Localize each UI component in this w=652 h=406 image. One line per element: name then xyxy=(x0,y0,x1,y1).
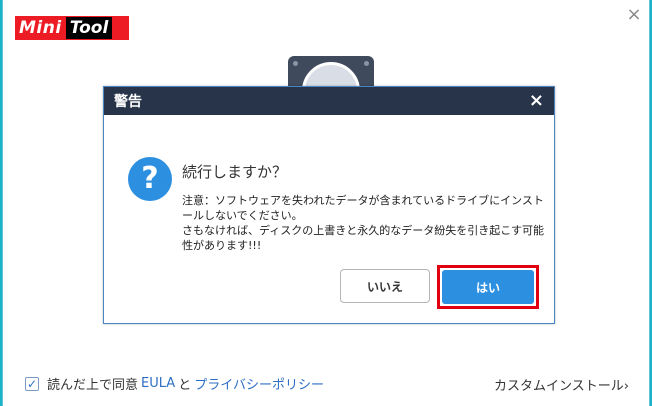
agreement-row: ✓ 読んだ上で同意 EULA と プライバシーポリシー xyxy=(25,374,327,393)
agree-checkbox[interactable]: ✓ xyxy=(25,376,39,391)
dialog-close-icon[interactable]: × xyxy=(529,91,544,111)
dialog-question: 続行しますか？ xyxy=(182,163,288,181)
warning-message: 注意：ソフトウェアを失われたデータが含まれているドライブにインストールしないでく… xyxy=(182,193,547,253)
yes-button[interactable]: はい xyxy=(442,270,534,304)
installer-window: Mini Tool × 警告 × ? 続行しますか？ 注意：ソフトウェアを失われ… xyxy=(2,0,650,406)
and-text: と xyxy=(178,378,192,393)
window-close-icon[interactable]: × xyxy=(625,6,643,24)
agree-text: 読んだ上で同意 xyxy=(47,378,139,393)
privacy-policy-link[interactable]: プライバシーポリシー xyxy=(194,374,324,393)
eula-link[interactable]: EULA xyxy=(141,376,175,391)
logo-tool-text: Tool xyxy=(65,17,113,39)
no-button[interactable]: いいえ xyxy=(340,269,430,303)
hard-drive-screw xyxy=(364,61,369,66)
warning-line-2: さもなければ、ディスクの上書きと永久的なデータ紛失を引き起こす可能性があります!… xyxy=(182,224,545,252)
question-icon: ? xyxy=(128,157,172,201)
hard-drive-screw xyxy=(293,61,298,66)
warning-dialog: 警告 × ? 続行しますか？ 注意：ソフトウェアを失われたデータが含まれているド… xyxy=(103,86,555,324)
logo-mini-text: Mini xyxy=(19,18,62,38)
custom-install-link[interactable]: カスタムインストール› xyxy=(494,375,629,394)
dialog-title: 警告 xyxy=(114,94,142,110)
dialog-title-bar: 警告 × xyxy=(104,87,554,115)
minitool-logo: Mini Tool xyxy=(15,16,129,40)
warning-line-1: 注意：ソフトウェアを失われたデータが含まれているドライブにインストールしないでく… xyxy=(182,194,544,222)
